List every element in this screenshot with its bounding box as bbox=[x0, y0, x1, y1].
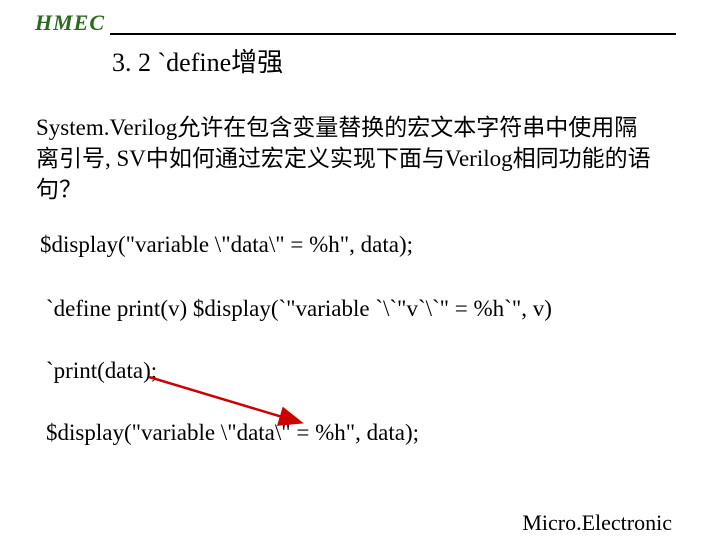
code-expanded-result: $display("variable \"data\" = %h", data)… bbox=[46, 420, 419, 446]
body-paragraph: System.Verilog允许在包含变量替换的宏文本字符串中使用隔离引号, S… bbox=[36, 112, 656, 205]
slide-title: 3. 2 `define增强 bbox=[112, 42, 283, 79]
header-divider bbox=[36, 33, 676, 35]
brand-label: HMEC bbox=[35, 10, 105, 35]
footer-org: Micro.Electronic bbox=[522, 512, 672, 534]
brand-box: HMEC bbox=[30, 10, 110, 36]
code-define-macro: `define print(v) $display(`"variable `\`… bbox=[46, 296, 552, 322]
code-macro-invocation: `print(data); bbox=[46, 358, 157, 384]
code-display-original: $display("variable \"data\" = %h", data)… bbox=[40, 232, 413, 258]
